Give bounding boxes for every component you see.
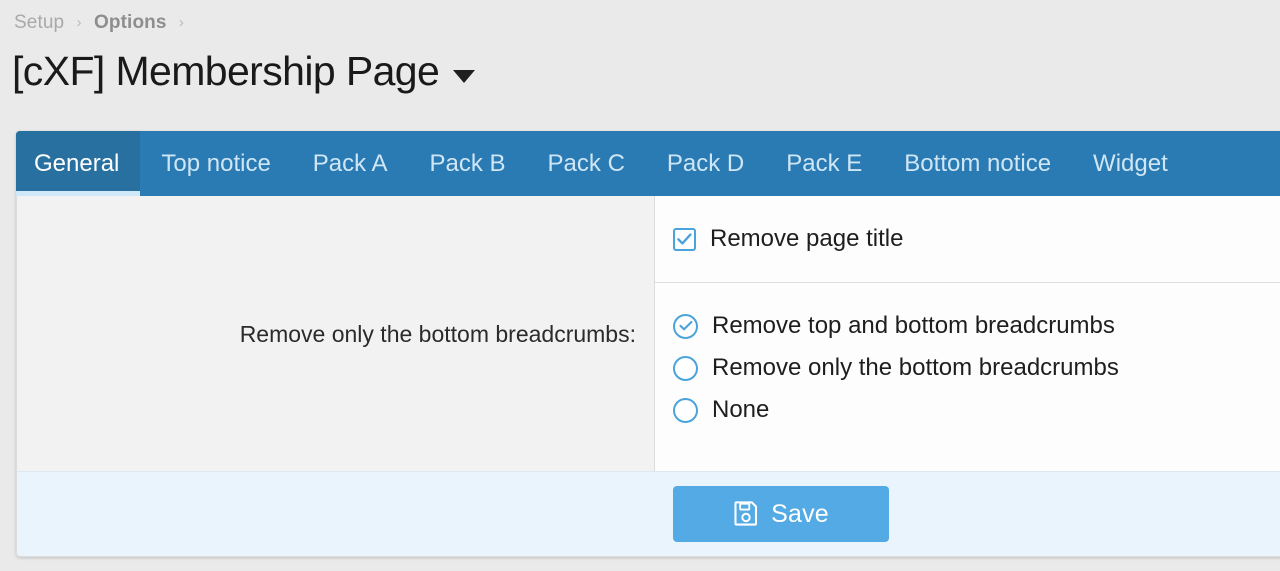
radio-row-0[interactable]: Remove top and bottom breadcrumbs — [673, 305, 1280, 347]
radio-selected-icon[interactable] — [673, 314, 698, 339]
tab-pack-c[interactable]: Pack C — [527, 131, 646, 196]
checkbox-row-remove-page-title[interactable]: Remove page title — [673, 218, 1280, 260]
tab-label: Pack E — [786, 150, 862, 178]
radio-row-1[interactable]: Remove only the bottom breadcrumbs — [673, 347, 1280, 389]
tab-bottom-notice[interactable]: Bottom notice — [883, 131, 1072, 196]
tab-top-notice[interactable]: Top notice — [140, 131, 291, 196]
form-footer: Save — [16, 471, 1280, 557]
tab-label: Widget — [1093, 150, 1168, 178]
page-title: [cXF] Membership Page — [12, 47, 439, 95]
tab-pack-a[interactable]: Pack A — [292, 131, 409, 196]
radio-group-block: Remove top and bottom breadcrumbs Remove … — [655, 282, 1280, 457]
radio-label: None — [712, 396, 769, 424]
form-row-label: Remove only the bottom breadcrumbs: — [240, 319, 636, 349]
save-button[interactable]: Save — [673, 486, 889, 542]
tab-general[interactable]: General — [16, 131, 140, 196]
tab-pack-d[interactable]: Pack D — [646, 131, 765, 196]
checkbox-block: Remove page title — [655, 196, 1280, 282]
breadcrumb-separator: › — [172, 14, 191, 31]
tab-label: General — [34, 150, 119, 178]
tab-label: Pack C — [548, 150, 625, 178]
checkbox-checked-icon[interactable] — [673, 228, 696, 251]
tab-label: Bottom notice — [904, 150, 1051, 178]
options-card: General Top notice Pack A Pack B Pack C Pack … — [16, 131, 1280, 557]
tab-label: Pack B — [430, 150, 506, 178]
form-control-column: Remove page title Remove top and bottom … — [655, 196, 1280, 471]
form-label-column: Remove only the bottom breadcrumbs: — [17, 196, 655, 471]
radio-unselected-icon[interactable] — [673, 398, 698, 423]
radio-label: Remove only the bottom breadcrumbs — [712, 354, 1119, 382]
chevron-down-icon[interactable] — [453, 70, 475, 83]
tab-pack-b[interactable]: Pack B — [409, 131, 527, 196]
tab-pack-e[interactable]: Pack E — [765, 131, 883, 196]
breadcrumb-separator: › — [70, 14, 89, 31]
tab-label: Pack D — [667, 150, 744, 178]
form-body: Remove only the bottom breadcrumbs: Remo… — [16, 196, 1280, 471]
checkbox-label: Remove page title — [710, 225, 903, 253]
breadcrumb-item-setup[interactable]: Setup — [14, 12, 64, 33]
floppy-disk-icon — [733, 500, 759, 529]
tab-widget[interactable]: Widget — [1072, 131, 1189, 196]
breadcrumb: Setup › Options › — [0, 0, 1280, 35]
radio-label: Remove top and bottom breadcrumbs — [712, 312, 1115, 340]
tab-bar: General Top notice Pack A Pack B Pack C Pack … — [16, 131, 1280, 196]
tab-label: Pack A — [313, 150, 388, 178]
radio-row-2[interactable]: None — [673, 389, 1280, 431]
tab-label: Top notice — [161, 150, 270, 178]
radio-unselected-icon[interactable] — [673, 356, 698, 381]
save-button-label: Save — [771, 500, 829, 528]
page-title-row: [cXF] Membership Page — [0, 35, 1280, 97]
breadcrumb-item-options[interactable]: Options — [94, 12, 166, 33]
